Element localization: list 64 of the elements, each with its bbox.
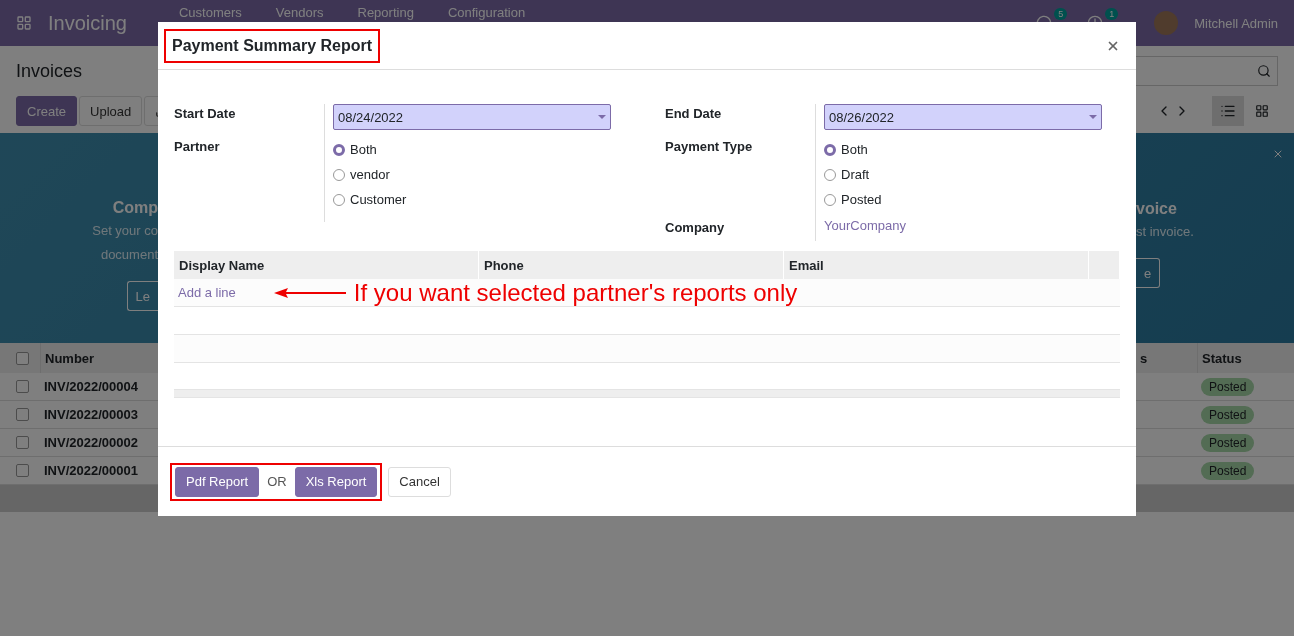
radio-button[interactable] bbox=[824, 143, 836, 156]
menu-item[interactable]: Configuration bbox=[447, 6, 526, 20]
company-link[interactable]: YourCompany bbox=[824, 212, 1120, 233]
dialog-title: Payment Summary Report bbox=[164, 28, 381, 63]
grid-icon[interactable] bbox=[1255, 104, 1269, 118]
xls-report-button[interactable]: Xls Report bbox=[294, 466, 378, 497]
banner-text: st invoice. bbox=[1136, 223, 1194, 241]
radio-option[interactable]: Customer bbox=[333, 187, 629, 212]
activity-count: 1 bbox=[1105, 8, 1119, 20]
checkbox[interactable] bbox=[16, 351, 29, 365]
column-header: Phone bbox=[479, 251, 784, 279]
radio-option[interactable]: Draft bbox=[824, 162, 1120, 187]
column-header[interactable]: Status bbox=[1197, 343, 1294, 373]
pdf-report-button[interactable]: Pdf Report bbox=[175, 466, 260, 497]
status-badge: Posted bbox=[1201, 377, 1255, 396]
separator-text: OR bbox=[267, 474, 287, 489]
radio-button[interactable] bbox=[333, 193, 345, 206]
radio-option[interactable]: vendor bbox=[333, 162, 629, 187]
search-icon[interactable] bbox=[1257, 64, 1271, 78]
column-header[interactable]: Number bbox=[40, 343, 158, 373]
user-name[interactable]: Mitchell Admin bbox=[1194, 15, 1278, 31]
field-label: Company bbox=[665, 219, 726, 237]
list-icon[interactable] bbox=[1220, 103, 1236, 119]
date-field[interactable]: 08/24/2022 bbox=[333, 104, 611, 130]
checkbox[interactable] bbox=[16, 464, 29, 477]
banner-title: voice bbox=[1136, 200, 1177, 218]
add-line-link[interactable]: Add a line bbox=[178, 285, 236, 300]
create-button[interactable]: Create bbox=[16, 96, 78, 126]
status-badge: Posted bbox=[1201, 405, 1255, 424]
radio-button[interactable] bbox=[333, 168, 345, 181]
radio-button[interactable] bbox=[333, 143, 345, 156]
column-header[interactable]: s bbox=[1136, 343, 1197, 373]
radio-option[interactable]: Posted bbox=[824, 187, 1120, 212]
field-label: Start Date bbox=[174, 105, 237, 123]
checkbox[interactable] bbox=[16, 436, 29, 449]
annotation-text: If you want selected partner's reports only bbox=[353, 278, 798, 307]
list-view-toggle[interactable] bbox=[1212, 96, 1244, 126]
menu-item[interactable]: Vendors bbox=[275, 6, 324, 20]
field-label: Partner bbox=[174, 138, 221, 156]
column-header: Email bbox=[784, 251, 1089, 279]
apps-menu-icon[interactable] bbox=[16, 15, 32, 31]
menu-item[interactable]: Customers bbox=[178, 6, 242, 20]
menu-item[interactable]: Reporting bbox=[357, 6, 414, 20]
radio-option[interactable]: Both bbox=[333, 137, 629, 162]
upload-button[interactable]: Upload bbox=[79, 96, 143, 126]
checkbox[interactable] bbox=[16, 380, 29, 393]
status-badge: Posted bbox=[1201, 461, 1255, 480]
radio-button[interactable] bbox=[824, 168, 836, 181]
banner-text: document bbox=[100, 246, 158, 264]
column-header: Display Name bbox=[174, 251, 479, 279]
message-count: 5 bbox=[1054, 8, 1068, 20]
field-label: Payment Type bbox=[665, 138, 754, 156]
close-icon[interactable] bbox=[1272, 148, 1284, 160]
date-field[interactable]: 08/26/2022 bbox=[824, 104, 1102, 130]
banner-title: Comp bbox=[112, 199, 158, 217]
page-title: Invoices bbox=[16, 60, 83, 82]
status-badge: Posted bbox=[1201, 433, 1255, 452]
checkbox[interactable] bbox=[16, 408, 29, 421]
app-name: Invoicing bbox=[48, 11, 127, 35]
radio-option[interactable]: Both bbox=[824, 137, 1120, 162]
banner-text: Set your co bbox=[92, 222, 158, 240]
cancel-button[interactable]: Cancel bbox=[388, 466, 451, 497]
radio-button[interactable] bbox=[824, 193, 836, 206]
field-label: End Date bbox=[665, 105, 723, 123]
